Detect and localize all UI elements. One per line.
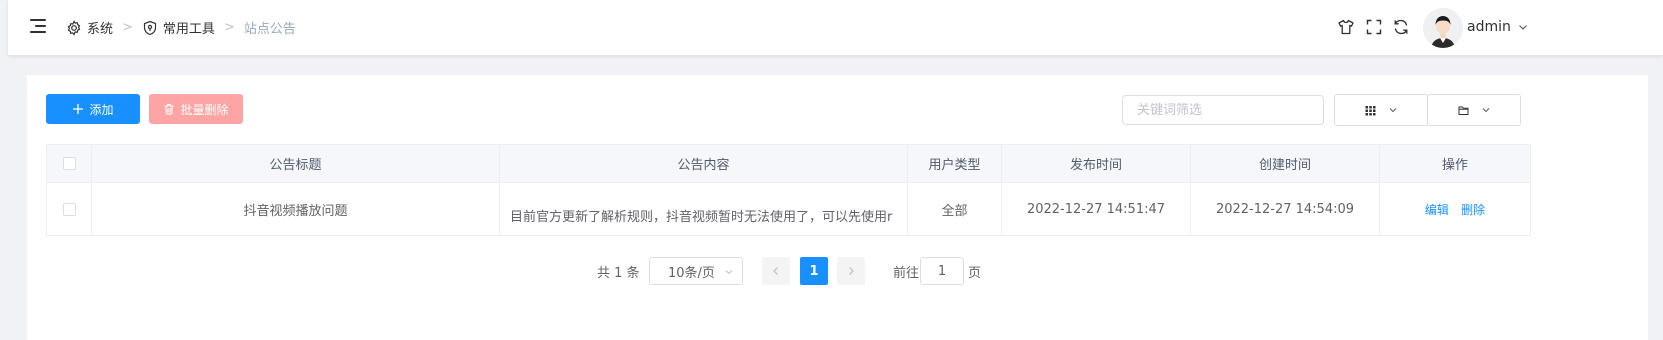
folder-icon bbox=[1458, 106, 1468, 115]
cell-content: 目前官方更新了解析规则，抖音视频暂时无法使用了，可以先使用r bbox=[499, 182, 908, 236]
plus-icon bbox=[73, 104, 84, 114]
username-label: admin bbox=[1467, 19, 1511, 35]
edit-link[interactable]: 编辑 bbox=[1425, 203, 1449, 217]
column-header-create-time[interactable]: 创建时间 bbox=[1190, 144, 1380, 183]
export-button[interactable] bbox=[1427, 94, 1521, 126]
page-size-value: 10条/页 bbox=[668, 265, 715, 281]
shield-icon bbox=[143, 20, 157, 35]
chevron-left-icon bbox=[773, 267, 778, 275]
table-header-row: 公告标题 公告内容 用户类型 发布时间 创建时间 操作 bbox=[46, 144, 1531, 183]
breadcrumb-separator: > bbox=[122, 20, 133, 35]
chevron-down-icon bbox=[1518, 25, 1527, 30]
delete-link[interactable]: 删除 bbox=[1461, 203, 1485, 217]
page-number-current[interactable]: 1 bbox=[800, 257, 828, 285]
cell-create-time: 2022-12-27 14:54:09 bbox=[1190, 182, 1380, 236]
column-toggle-button[interactable] bbox=[1334, 94, 1428, 126]
column-header-user-type[interactable]: 用户类型 bbox=[907, 144, 1002, 183]
content-card: 添加 批量删除 公告标题 公告内容 用户类型 发布时间 创建时间 bbox=[27, 75, 1648, 340]
cell-actions: 编辑 删除 bbox=[1379, 182, 1531, 236]
batch-delete-label: 批量删除 bbox=[180, 102, 229, 117]
column-header-actions: 操作 bbox=[1379, 144, 1531, 183]
next-page-button[interactable] bbox=[837, 257, 865, 285]
select-all-checkbox[interactable] bbox=[62, 157, 76, 170]
announcement-table: 公告标题 公告内容 用户类型 发布时间 创建时间 操作 抖音视频播放问题 目前官… bbox=[46, 144, 1531, 236]
refresh-icon[interactable] bbox=[1392, 18, 1410, 36]
shirt-icon[interactable] bbox=[1337, 18, 1355, 36]
column-header-title[interactable]: 公告标题 bbox=[91, 144, 500, 183]
add-button[interactable]: 添加 bbox=[46, 94, 140, 124]
trash-icon bbox=[164, 103, 174, 115]
breadcrumb-label: 常用工具 bbox=[162, 22, 215, 37]
prev-page-button[interactable] bbox=[762, 257, 790, 285]
grid-icon bbox=[1365, 105, 1375, 115]
goto-page-input[interactable] bbox=[920, 257, 964, 285]
row-select-cell bbox=[46, 182, 92, 236]
keyword-search-input[interactable] bbox=[1122, 95, 1324, 125]
chevron-right-icon bbox=[849, 267, 854, 275]
breadcrumb-item-current: 站点公告 bbox=[244, 18, 296, 37]
batch-delete-button[interactable]: 批量删除 bbox=[149, 94, 243, 124]
breadcrumb: 系统 > 常用工具 > 站点公告 bbox=[66, 18, 296, 37]
chevron-down-icon bbox=[1482, 108, 1489, 113]
pagination-total: 共 1 条 bbox=[597, 266, 640, 281]
gear-icon bbox=[67, 19, 81, 36]
hamburger-menu-icon[interactable] bbox=[30, 19, 46, 33]
avatar[interactable] bbox=[1423, 8, 1463, 48]
user-menu[interactable]: admin bbox=[1467, 19, 1529, 35]
chevron-down-icon bbox=[1389, 108, 1396, 113]
cell-publish-time: 2022-12-27 14:51:47 bbox=[1001, 182, 1191, 236]
breadcrumb-label: 站点公告 bbox=[243, 22, 296, 37]
row-checkbox[interactable] bbox=[62, 202, 76, 216]
chevron-down-icon bbox=[725, 270, 733, 275]
table-row: 抖音视频播放问题 目前官方更新了解析规则，抖音视频暂时无法使用了，可以先使用r … bbox=[46, 182, 1531, 236]
add-button-label: 添加 bbox=[89, 102, 114, 117]
pagination: 共 1 条 10条/页 1 前往 页 bbox=[27, 257, 1648, 285]
breadcrumb-separator: > bbox=[223, 20, 235, 35]
select-all-cell bbox=[46, 144, 92, 183]
cell-user-type: 全部 bbox=[907, 182, 1002, 236]
breadcrumb-item-tools[interactable]: 常用工具 bbox=[142, 18, 215, 37]
column-header-publish-time[interactable]: 发布时间 bbox=[1001, 144, 1191, 183]
breadcrumb-label: 系统 bbox=[87, 22, 114, 37]
page-size-select[interactable]: 10条/页 bbox=[649, 257, 743, 285]
top-navbar: 系统 > 常用工具 > 站点公告 admin bbox=[8, 0, 1663, 56]
fullscreen-icon[interactable] bbox=[1365, 18, 1383, 36]
goto-suffix: 页 bbox=[968, 266, 982, 281]
user-avatar-icon bbox=[1423, 8, 1463, 48]
cell-content-text: 目前官方更新了解析规则，抖音视频暂时无法使用了，可以先使用r bbox=[510, 209, 893, 225]
column-header-content[interactable]: 公告内容 bbox=[499, 144, 908, 183]
goto-prefix: 前往 bbox=[893, 266, 920, 281]
cell-title: 抖音视频播放问题 bbox=[91, 182, 500, 236]
breadcrumb-item-system[interactable]: 系统 bbox=[66, 18, 113, 37]
